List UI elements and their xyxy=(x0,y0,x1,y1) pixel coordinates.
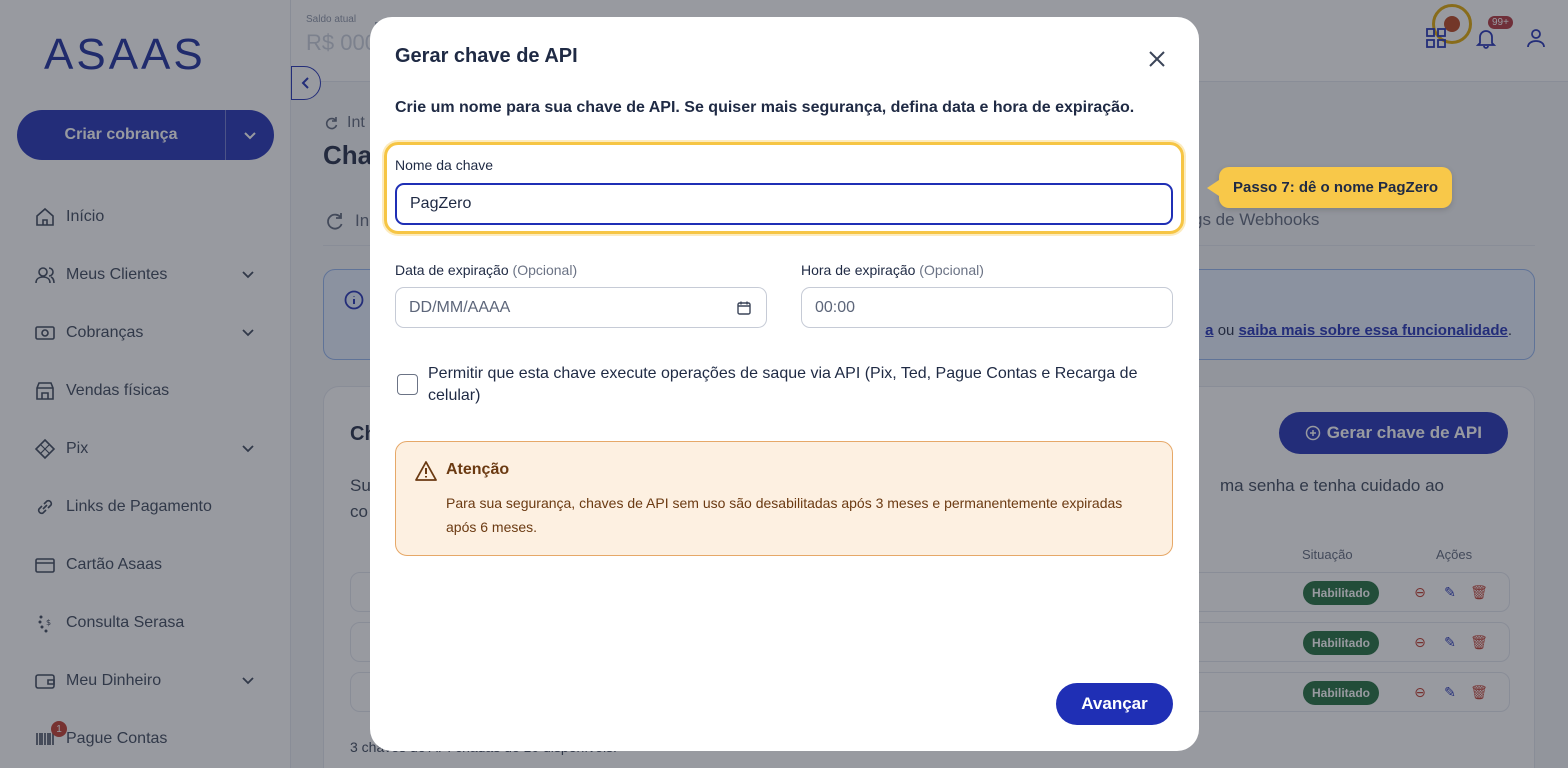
withdraw-permission-label[interactable]: Permitir que esta chave execute operaçõe… xyxy=(428,363,1173,407)
optional-hint: (Opcional) xyxy=(919,262,984,278)
expiration-time-placeholder: 00:00 xyxy=(815,298,856,316)
next-button[interactable]: Avançar xyxy=(1056,683,1173,725)
tutorial-highlight xyxy=(384,142,1184,234)
expiration-date-input[interactable]: DD/MM/AAAA xyxy=(395,287,767,328)
generate-api-key-modal: Gerar chave de API Crie um nome para sua… xyxy=(370,17,1199,751)
close-icon[interactable] xyxy=(1145,47,1169,71)
warning-icon xyxy=(415,461,437,481)
calendar-icon[interactable] xyxy=(736,300,752,316)
warning-text: Para sua segurança, chaves de API sem us… xyxy=(446,495,1123,535)
expiration-time-input[interactable]: 00:00 xyxy=(801,287,1173,328)
modal-intro: Crie um nome para sua chave de API. Se q… xyxy=(395,99,1135,116)
warning-title: Atenção xyxy=(446,461,510,478)
expiration-time-label-text: Hora de expiração xyxy=(801,262,916,278)
expiration-date-label-text: Data de expiração xyxy=(395,262,509,278)
expiration-date-placeholder: DD/MM/AAAA xyxy=(409,298,511,316)
modal-title: Gerar chave de API xyxy=(395,45,578,67)
expiration-date-label: Data de expiração (Opcional) xyxy=(395,262,577,278)
tutorial-tooltip: Passo 7: dê o nome PagZero xyxy=(1206,167,1453,208)
warning-box: Atenção Para sua segurança, chaves de AP… xyxy=(395,441,1173,556)
expiration-time-label: Hora de expiração (Opcional) xyxy=(801,262,984,278)
withdraw-permission-checkbox[interactable] xyxy=(397,374,418,395)
optional-hint: (Opcional) xyxy=(512,262,578,278)
